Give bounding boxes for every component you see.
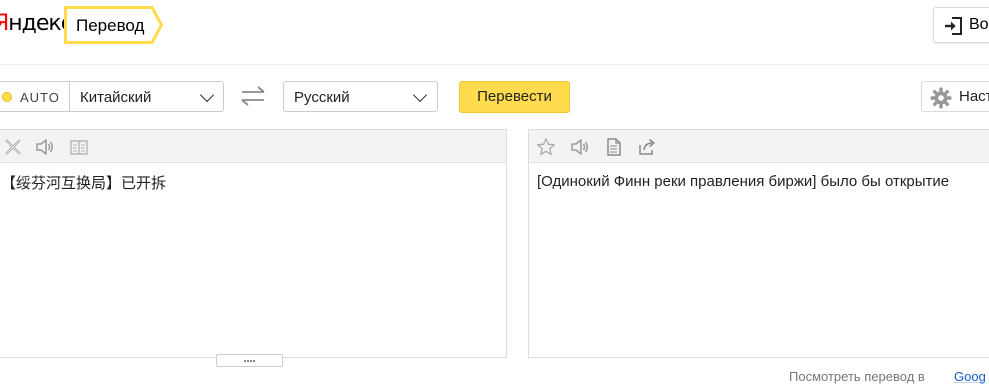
listen-icon[interactable]: [35, 137, 55, 157]
yandex-logo[interactable]: Яндекс: [0, 11, 73, 36]
source-pane: 【绥芬河互换局】已开拆: [0, 129, 507, 358]
source-language-group: AUTO Китайский: [0, 81, 224, 112]
login-door-icon: [945, 17, 962, 35]
auto-detect-indicator[interactable]: [2, 92, 12, 102]
gear-icon: [930, 87, 952, 109]
source-divider: [69, 82, 70, 111]
listen-icon[interactable]: [570, 137, 590, 157]
clear-icon[interactable]: [3, 137, 23, 157]
header-divider: [0, 64, 989, 65]
settings-button[interactable]: Наст: [921, 81, 989, 112]
chevron-down-icon: [412, 87, 428, 103]
dictionary-icon[interactable]: [69, 137, 89, 157]
source-toolbar: [0, 130, 506, 163]
target-toolbar: [529, 130, 989, 163]
login-button[interactable]: Во: [933, 7, 989, 43]
service-title-badge: Перевод: [64, 6, 164, 44]
source-language-select[interactable]: Китайский: [80, 89, 151, 106]
settings-label: Наст: [959, 88, 989, 105]
auto-detect-label[interactable]: AUTO: [20, 90, 60, 105]
source-text-input[interactable]: 【绥芬河互换局】已开拆: [1, 172, 166, 193]
target-language-select[interactable]: Русский: [283, 81, 438, 112]
google-translate-link[interactable]: Goog: [954, 369, 986, 384]
swap-languages-button[interactable]: [238, 84, 268, 108]
resize-handle[interactable]: [216, 354, 283, 367]
swap-arrows-icon: [241, 86, 265, 106]
copy-icon[interactable]: [604, 137, 624, 157]
view-translation-in-label: Посмотреть перевод в: [789, 369, 925, 384]
service-title: Перевод: [76, 16, 145, 35]
target-pane: [Одинокий Финн реки правления биржи] был…: [528, 129, 989, 358]
login-label: Во: [969, 16, 989, 33]
target-language-label: Русский: [294, 89, 350, 106]
star-icon[interactable]: [536, 137, 556, 157]
translate-button[interactable]: Перевести: [459, 81, 570, 113]
translation-output: [Одинокий Финн реки правления биржи] был…: [537, 173, 950, 190]
chevron-down-icon[interactable]: [199, 87, 215, 103]
share-icon[interactable]: [637, 137, 657, 157]
